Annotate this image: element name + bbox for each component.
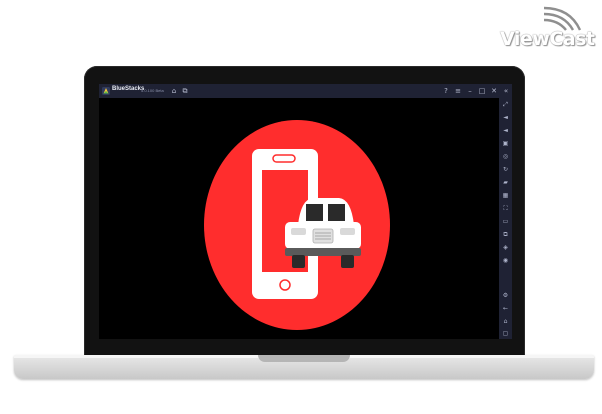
media-icon[interactable]: ▣ [499,139,512,149]
volume-up-icon[interactable]: ◄ [499,113,512,123]
watermark-text: ViewCast [500,28,595,50]
folder-icon[interactable]: ▭ [499,217,512,227]
apk-icon[interactable]: ▦ [499,191,512,201]
app-content[interactable] [99,98,499,339]
maximize-icon[interactable]: □ [477,85,487,97]
home-icon[interactable]: ⌂ [169,85,179,97]
close-icon[interactable]: ✕ [489,85,499,97]
minimize-icon[interactable]: – [465,85,475,97]
settings-icon[interactable]: ⚙ [499,291,512,301]
help-icon[interactable]: ? [441,85,451,97]
collapse-sidebar-icon[interactable]: « [501,85,511,97]
rotate-icon[interactable]: ↻ [499,165,512,175]
multi-instance-icon[interactable]: ⧉ [180,85,190,97]
window-title-bar: BlueStacks 5.0.100 Beta ⌂ ⧉ ? ≡ – □ ✕ « [99,84,512,98]
screenshot-icon[interactable]: ◎ [499,152,512,162]
copy-icon[interactable]: ⧉ [499,230,512,240]
laptop-base [14,355,594,379]
app-name: BlueStacks [112,86,145,92]
eco-mode-icon[interactable]: ◉ [499,256,512,266]
android-home-icon[interactable]: ⌂ [499,317,512,327]
viewcast-watermark: ViewCast [500,4,596,52]
back-icon[interactable]: ← [499,304,512,314]
layers-icon[interactable]: ◈ [499,243,512,253]
macro-icon[interactable]: ⛶ [499,204,512,214]
bluestacks-sidebar: ⤢ ◄ ◄ ▣ ◎ ↻ ▰ ▦ ⛶ ▭ ⧉ ◈ ◉ ⚙ ← ⌂ ▢ [499,98,512,339]
bluestacks-logo-icon [102,87,110,95]
car-icon[interactable]: ▰ [499,178,512,188]
volume-down-icon[interactable]: ◄ [499,126,512,136]
fullscreen-icon[interactable]: ⤢ [499,100,512,110]
app-version: 5.0.100 Beta [141,87,164,93]
app-logo [204,120,390,330]
laptop-hinge-notch [258,355,350,362]
laptop-screen: BlueStacks 5.0.100 Beta ⌂ ⧉ ? ≡ – □ ✕ « [99,84,512,339]
recent-apps-icon[interactable]: ▢ [499,329,512,339]
menu-icon[interactable]: ≡ [453,85,463,97]
